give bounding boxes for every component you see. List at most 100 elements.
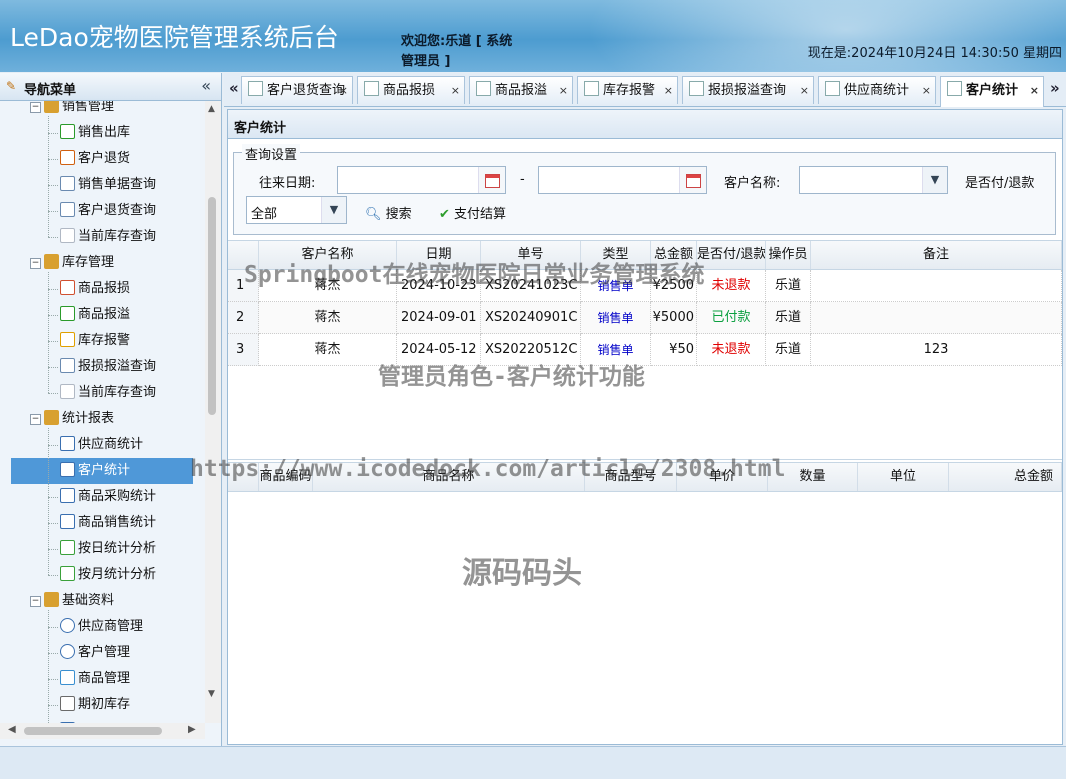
tab[interactable]: 库存报警 ×	[577, 76, 678, 104]
sidebar-item-label: 库存报警	[78, 333, 131, 348]
sidebar-item-label: 商品采购统计	[78, 489, 157, 504]
status-select[interactable]: 全部 ▼	[246, 196, 347, 224]
expand-toggle-icon[interactable]: −	[30, 258, 41, 269]
sidebar-item-label: 当前库存查询	[78, 385, 157, 400]
bar-chart-icon	[60, 436, 75, 451]
column-header[interactable]: 单位	[858, 463, 949, 491]
query-legend: 查询设置	[242, 144, 301, 163]
close-tab-icon[interactable]: ×	[1030, 77, 1039, 105]
user-icon	[60, 618, 75, 633]
scroll-right-icon[interactable]: ▶	[188, 724, 196, 735]
hscroll-thumb[interactable]	[24, 727, 162, 735]
chevron-down-icon[interactable]: ▼	[321, 197, 346, 223]
table-row[interactable]: 3 蒋杰 2024-05-12 2 XS20220512C 销售单 ¥50 未退款 乐道 123	[228, 334, 1062, 366]
sidebar-item[interactable]: 当前库存查询	[60, 380, 156, 406]
tab[interactable]: 商品报溢 ×	[469, 76, 573, 104]
close-tab-icon[interactable]: ×	[339, 77, 348, 105]
sidebar-item-label: 库存管理	[62, 255, 115, 270]
sidebar-item[interactable]: 当前库存查询	[60, 224, 156, 250]
tab-label: 库存报警	[603, 83, 656, 98]
sidebar-item[interactable]: 供应商管理	[60, 614, 143, 640]
expand-toggle-icon[interactable]: −	[30, 596, 41, 607]
close-tab-icon[interactable]: ×	[664, 77, 673, 105]
sidebar-item[interactable]: − 统计报表	[30, 406, 114, 432]
sidebar-item[interactable]: 客户统计	[11, 458, 193, 484]
tab-scroll-right-button[interactable]: »	[1050, 79, 1060, 97]
tab[interactable]: 供应商统计 ×	[818, 76, 936, 104]
close-tab-icon[interactable]: ×	[559, 77, 568, 105]
expand-toggle-icon[interactable]: −	[30, 102, 41, 113]
trend-chart-icon	[60, 540, 75, 555]
calendar-icon[interactable]	[478, 167, 505, 193]
app-title: LeDao宠物医院管理系统后台	[10, 23, 339, 52]
column-header[interactable]: 备注	[811, 241, 1062, 269]
search-doc-icon	[60, 202, 75, 217]
tree-horizontal-scrollbar[interactable]: ◀ ▶	[0, 723, 205, 739]
sidebar-item-label: 报损报溢查询	[78, 359, 157, 374]
column-header[interactable]: 操作员	[766, 241, 811, 269]
column-header[interactable]: 是否付/退款	[697, 241, 766, 269]
search-button[interactable]: 🔍︎ 搜索	[365, 203, 412, 222]
sidebar-item[interactable]: 期初库存	[60, 692, 130, 718]
sidebar-item[interactable]: 按月统计分析	[60, 562, 156, 588]
date-separator: -	[520, 172, 525, 187]
sidebar-item[interactable]: 客户管理	[60, 640, 130, 666]
tab-label: 客户统计	[966, 83, 1019, 98]
sidebar-item[interactable]: 商品报溢	[60, 302, 130, 328]
sidebar-item[interactable]: 客户退货查询	[60, 198, 156, 224]
search-doc-icon	[60, 358, 75, 373]
settle-button[interactable]: ✔ 支付结算	[439, 203, 506, 222]
page-icon	[825, 81, 840, 96]
bar-chart-icon	[60, 514, 75, 529]
sidebar-item[interactable]: 商品采购统计	[60, 484, 156, 510]
start-date-input[interactable]	[337, 166, 506, 194]
folder-icon	[44, 254, 59, 269]
page-icon	[476, 81, 491, 96]
order-items-grid: 商品编码 商品名称 商品型号 单价 数量 单位 总金额	[228, 462, 1062, 745]
sidebar-item[interactable]: 按日统计分析	[60, 536, 156, 562]
sidebar-item[interactable]: 库存报警	[60, 328, 130, 354]
tab[interactable]: 客户退货查询 ×	[241, 76, 353, 104]
sidebar-item[interactable]: 客户退货	[60, 146, 130, 172]
customer-select[interactable]: ▼	[799, 166, 948, 194]
tree-vertical-scrollbar[interactable]: ▲ ▼	[205, 101, 221, 723]
sidebar-item-label: 商品管理	[78, 671, 131, 686]
expand-toggle-icon[interactable]: −	[30, 414, 41, 425]
scroll-up-icon[interactable]: ▲	[208, 104, 215, 114]
panel-title-bar: 客户统计	[228, 110, 1062, 139]
doc-plus-icon	[60, 306, 75, 321]
sidebar-item-label: 供应商统计	[78, 437, 144, 452]
sidebar-item[interactable]: 商品管理	[60, 666, 130, 692]
sidebar-item-label: 客户退货查询	[78, 203, 157, 218]
table-row[interactable]: 2 蒋杰 2024-09-01 1 XS20240901C 销售单 ¥5000 已付款 乐道	[228, 302, 1062, 334]
tab-scroll-left-button[interactable]: «	[229, 79, 239, 97]
close-tab-icon[interactable]: ×	[451, 77, 460, 105]
table-cell: 2024-09-01 1	[397, 302, 481, 334]
sidebar-item[interactable]: 商品销售统计	[60, 510, 156, 536]
sidebar-item[interactable]: − 基础资料	[30, 588, 114, 614]
sidebar-item[interactable]: 商品报损	[60, 276, 130, 302]
close-tab-icon[interactable]: ×	[922, 77, 931, 105]
scroll-thumb[interactable]	[208, 197, 216, 415]
calendar-icon[interactable]	[679, 167, 706, 193]
sidebar-item[interactable]: 销售出库	[60, 120, 130, 146]
tab[interactable]: 商品报损 ×	[357, 76, 465, 104]
chevron-down-icon[interactable]: ▼	[922, 167, 947, 193]
close-tab-icon[interactable]: ×	[800, 77, 809, 105]
nav-header: ✎ 导航菜单 «	[0, 73, 221, 101]
checkmark-icon: ✔	[439, 207, 450, 222]
tab[interactable]: 报损报溢查询 ×	[682, 76, 814, 104]
nav-title: 导航菜单	[24, 83, 77, 98]
sidebar-item[interactable]: 销售单据查询	[60, 172, 156, 198]
end-date-input[interactable]	[538, 166, 707, 194]
sidebar-item[interactable]: − 库存管理	[30, 250, 114, 276]
column-header[interactable]: 总金额	[949, 463, 1062, 491]
scroll-left-icon[interactable]: ◀	[8, 724, 16, 735]
sidebar-item[interactable]: − 销售管理	[30, 101, 114, 120]
collapse-sidebar-button[interactable]: «	[201, 76, 211, 95]
tab[interactable]: 客户统计 ×	[940, 76, 1044, 107]
sidebar-item[interactable]: 报损报溢查询	[60, 354, 156, 380]
scroll-down-icon[interactable]: ▼	[208, 689, 215, 699]
sidebar-item[interactable]: 供应商统计	[60, 432, 143, 458]
page-icon	[584, 81, 599, 96]
